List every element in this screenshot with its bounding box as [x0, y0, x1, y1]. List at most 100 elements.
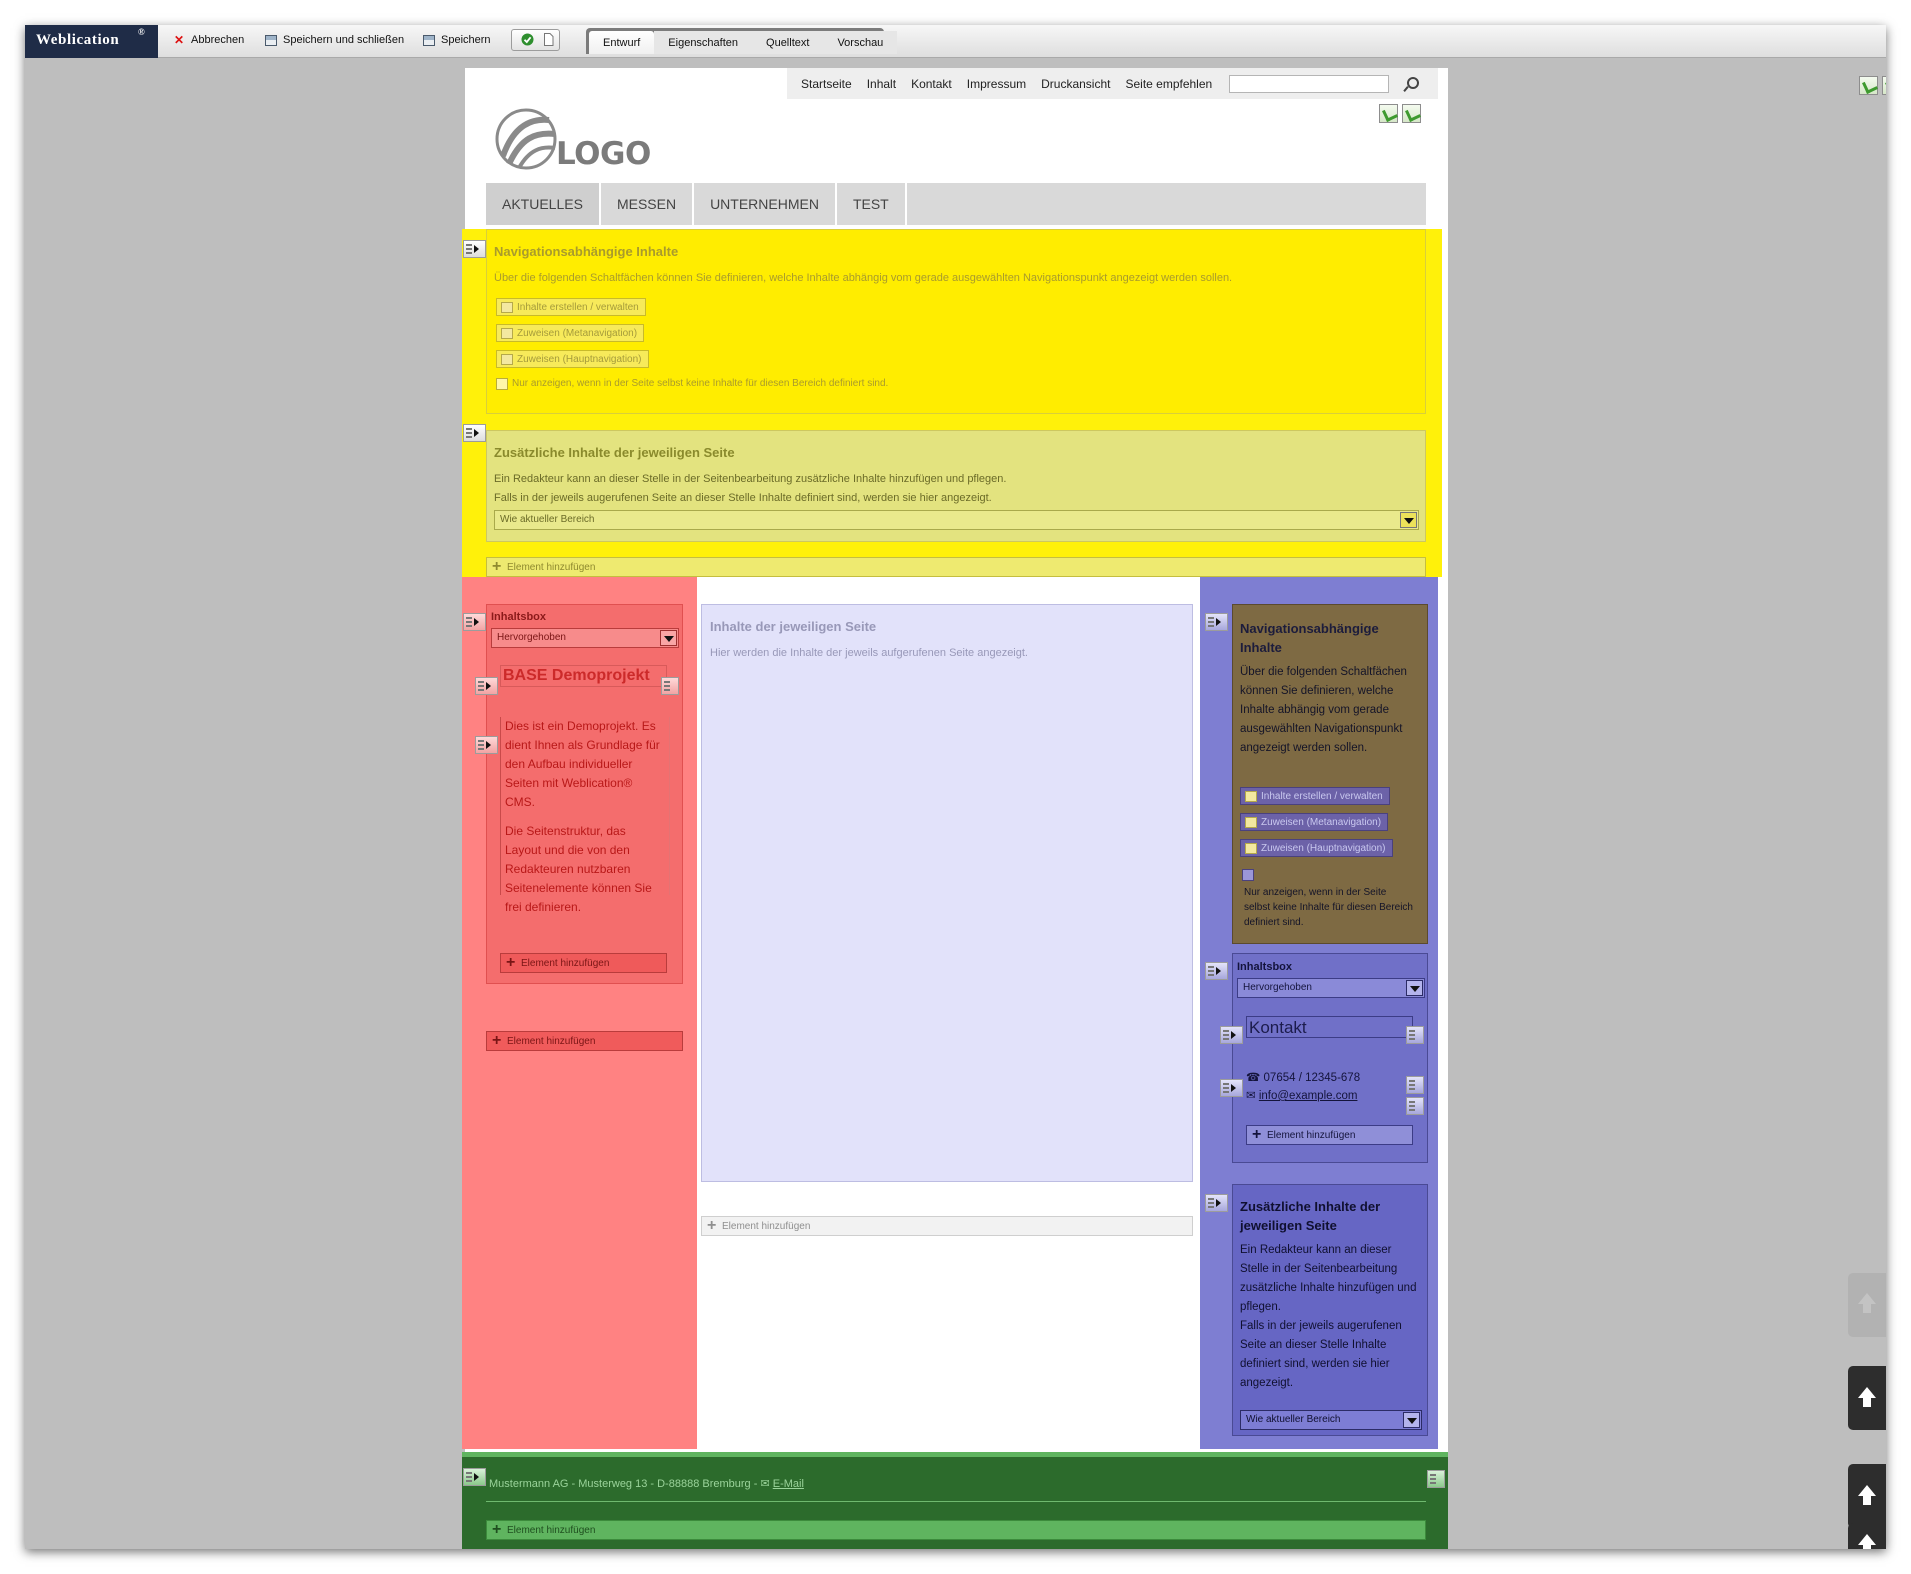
element-drag-handle[interactable]	[1205, 1194, 1228, 1212]
undo-icon[interactable]	[1406, 1076, 1424, 1094]
page-tool-icon[interactable]	[1882, 76, 1886, 95]
add-element-button[interactable]: Element hinzufügen	[486, 557, 1426, 577]
assign-main-nav-button[interactable]: Zuweisen (Hauptnavigation)	[496, 350, 649, 368]
add-element-button[interactable]: Element hinzufügen	[486, 1031, 683, 1051]
left-content-box: Inhaltsbox Hervorgehoben BASE Demoprojek…	[486, 604, 683, 984]
right-assign-main-button[interactable]: Zuweisen (Hauptnavigation)	[1240, 839, 1393, 857]
right-assign-meta-button[interactable]: Zuweisen (Metanavigation)	[1240, 813, 1389, 831]
document-icon[interactable]	[542, 33, 555, 46]
nav-dependent-content-panel: Navigationsabhängige Inhalte Über die fo…	[486, 229, 1426, 414]
right-email-link[interactable]: info@example.com	[1259, 1090, 1358, 1102]
check-icon[interactable]	[521, 33, 534, 46]
header-tool-icon[interactable]	[1402, 104, 1421, 123]
add-element-button[interactable]: Element hinzufügen	[1246, 1125, 1413, 1145]
left-para-2: Die Seitenstruktur, das Layout und die v…	[505, 824, 652, 914]
main-nav-unternehmen[interactable]: UNTERNEHMEN	[694, 183, 837, 225]
meta-nav-seite-empfehlen[interactable]: Seite empfehlen	[1125, 77, 1212, 91]
only-show-checkbox[interactable]	[496, 378, 508, 390]
center-title: Inhalte der jeweiligen Seite	[710, 619, 877, 634]
right-phone-line[interactable]: ☎ 07654 / 12345-678	[1246, 1070, 1360, 1084]
cancel-label: Abbrechen	[191, 34, 245, 46]
meta-nav-startseite[interactable]: Startseite	[801, 77, 852, 91]
meta-nav-inhalt[interactable]: Inhalt	[867, 77, 896, 91]
right-box-style-select[interactable]: Hervorgehoben	[1237, 978, 1425, 998]
element-drag-handle[interactable]	[475, 677, 498, 695]
right-nav-title: Navigationsabhängige Inhalte	[1240, 621, 1379, 655]
footer-email-link[interactable]: E-Mail	[773, 1478, 804, 1490]
weblication-logo[interactable]: Weblication ®	[25, 25, 158, 58]
element-drag-handle[interactable]	[463, 1468, 486, 1486]
scroll-top-button[interactable]	[1848, 1366, 1886, 1430]
additional-content-select[interactable]: Wie aktueller Bereich	[494, 510, 1419, 530]
grid-icon[interactable]	[1427, 1470, 1445, 1488]
add-element-label: Element hinzufügen	[1267, 1130, 1356, 1141]
tab-quelltext[interactable]: Quelltext	[752, 31, 824, 54]
main-nav-aktuelles[interactable]: AKTUELLES	[486, 183, 601, 225]
footer-divider	[486, 1501, 1426, 1502]
right-manage-content-button[interactable]: Inhalte erstellen / verwalten	[1240, 787, 1390, 805]
left-box-style-select[interactable]: Hervorgehoben	[491, 628, 679, 648]
site-logo[interactable]: LOGO	[495, 108, 651, 170]
search-icon[interactable]	[1404, 76, 1420, 91]
only-show-label: Nur anzeigen, wenn in der Seite selbst k…	[512, 378, 889, 389]
right-only-show-checkbox[interactable]	[1242, 869, 1254, 881]
add-element-label: Element hinzufügen	[507, 1525, 596, 1536]
validation-group	[511, 29, 560, 51]
mail-icon: ✉	[1246, 1090, 1259, 1102]
manage-content-button[interactable]: Inhalte erstellen / verwalten	[496, 298, 646, 316]
browser-frame: Weblication ® ✕ Abbrechen Speichern und s…	[25, 25, 1886, 1549]
page-content-area[interactable]: Inhalte der jeweiligen Seite Hier werden…	[701, 604, 1193, 1182]
left-box-style-value: Hervorgehoben	[497, 632, 566, 643]
right-box-label: Inhaltsbox	[1237, 961, 1293, 973]
right-add-text-2: Falls in der jeweils augerufenen Seite a…	[1240, 1320, 1402, 1389]
tab-eigenschaften[interactable]: Eigenschaften	[654, 31, 753, 54]
scroll-top-button-ghost[interactable]	[1848, 1273, 1886, 1337]
right-email-line[interactable]: ✉ info@example.com	[1246, 1088, 1357, 1102]
grid-icon[interactable]	[661, 677, 679, 695]
left-text-block[interactable]: Dies ist ein Demoprojekt. Es dient Ihnen…	[500, 717, 670, 914]
scroll-top-button[interactable]	[1848, 1464, 1886, 1528]
element-drag-handle[interactable]	[463, 424, 486, 442]
chevron-down-icon	[1403, 1412, 1420, 1428]
additional-content-panel: Zusätzliche Inhalte der jeweiligen Seite…	[486, 430, 1426, 542]
search-input[interactable]	[1229, 74, 1390, 93]
save-button[interactable]: Speichern	[423, 34, 491, 46]
editor-toolbar: Weblication ® ✕ Abbrechen Speichern und s…	[25, 25, 1886, 58]
header-tool-icon[interactable]	[1379, 104, 1398, 123]
main-nav-messen[interactable]: MESSEN	[601, 183, 695, 225]
element-drag-handle[interactable]	[1220, 1079, 1243, 1097]
element-drag-handle[interactable]	[1205, 613, 1228, 631]
meta-nav-druckansicht[interactable]: Druckansicht	[1041, 77, 1110, 91]
tab-entwurf[interactable]: Entwurf	[589, 31, 655, 54]
phone-icon: ☎	[1246, 1072, 1264, 1084]
element-drag-handle[interactable]	[463, 240, 486, 258]
right-phone: 07654 / 12345-678	[1263, 1072, 1361, 1084]
left-heading[interactable]: BASE Demoprojekt	[500, 665, 667, 687]
right-content-box: Inhaltsbox Hervorgehoben Kontakt ☎ 07654…	[1232, 953, 1428, 1163]
add-element-label: Element hinzufügen	[521, 958, 610, 969]
meta-nav-kontakt[interactable]: Kontakt	[911, 77, 952, 91]
edit-icon[interactable]	[1406, 1097, 1424, 1115]
save-close-button[interactable]: Speichern und schließen	[265, 34, 404, 46]
element-drag-handle[interactable]	[475, 736, 498, 754]
add-element-button[interactable]: Element hinzufügen	[486, 1520, 1426, 1540]
scroll-top-button[interactable]	[1848, 1523, 1886, 1549]
arrow-up-icon	[1858, 1485, 1876, 1507]
right-contact-heading[interactable]: Kontakt	[1246, 1016, 1413, 1038]
grid-icon[interactable]	[1406, 1026, 1424, 1044]
element-drag-handle[interactable]	[1220, 1026, 1243, 1044]
element-drag-handle[interactable]	[463, 613, 486, 631]
element-drag-handle[interactable]	[1205, 962, 1228, 980]
chevron-down-icon	[1400, 512, 1417, 528]
right-add-select[interactable]: Wie aktueller Bereich	[1240, 1410, 1422, 1430]
main-nav-test[interactable]: TEST	[837, 183, 907, 225]
page-tool-icon[interactable]	[1859, 76, 1878, 95]
close-icon: ✕	[173, 32, 185, 47]
save-close-icon	[265, 34, 277, 46]
add-element-button[interactable]: Element hinzufügen	[500, 953, 667, 973]
add-element-button[interactable]: Element hinzufügen	[701, 1216, 1193, 1236]
cancel-button[interactable]: ✕ Abbrechen	[173, 32, 245, 47]
tab-vorschau[interactable]: Vorschau	[823, 31, 898, 54]
assign-meta-nav-button[interactable]: Zuweisen (Metanavigation)	[496, 324, 645, 342]
meta-nav-impressum[interactable]: Impressum	[967, 77, 1026, 91]
